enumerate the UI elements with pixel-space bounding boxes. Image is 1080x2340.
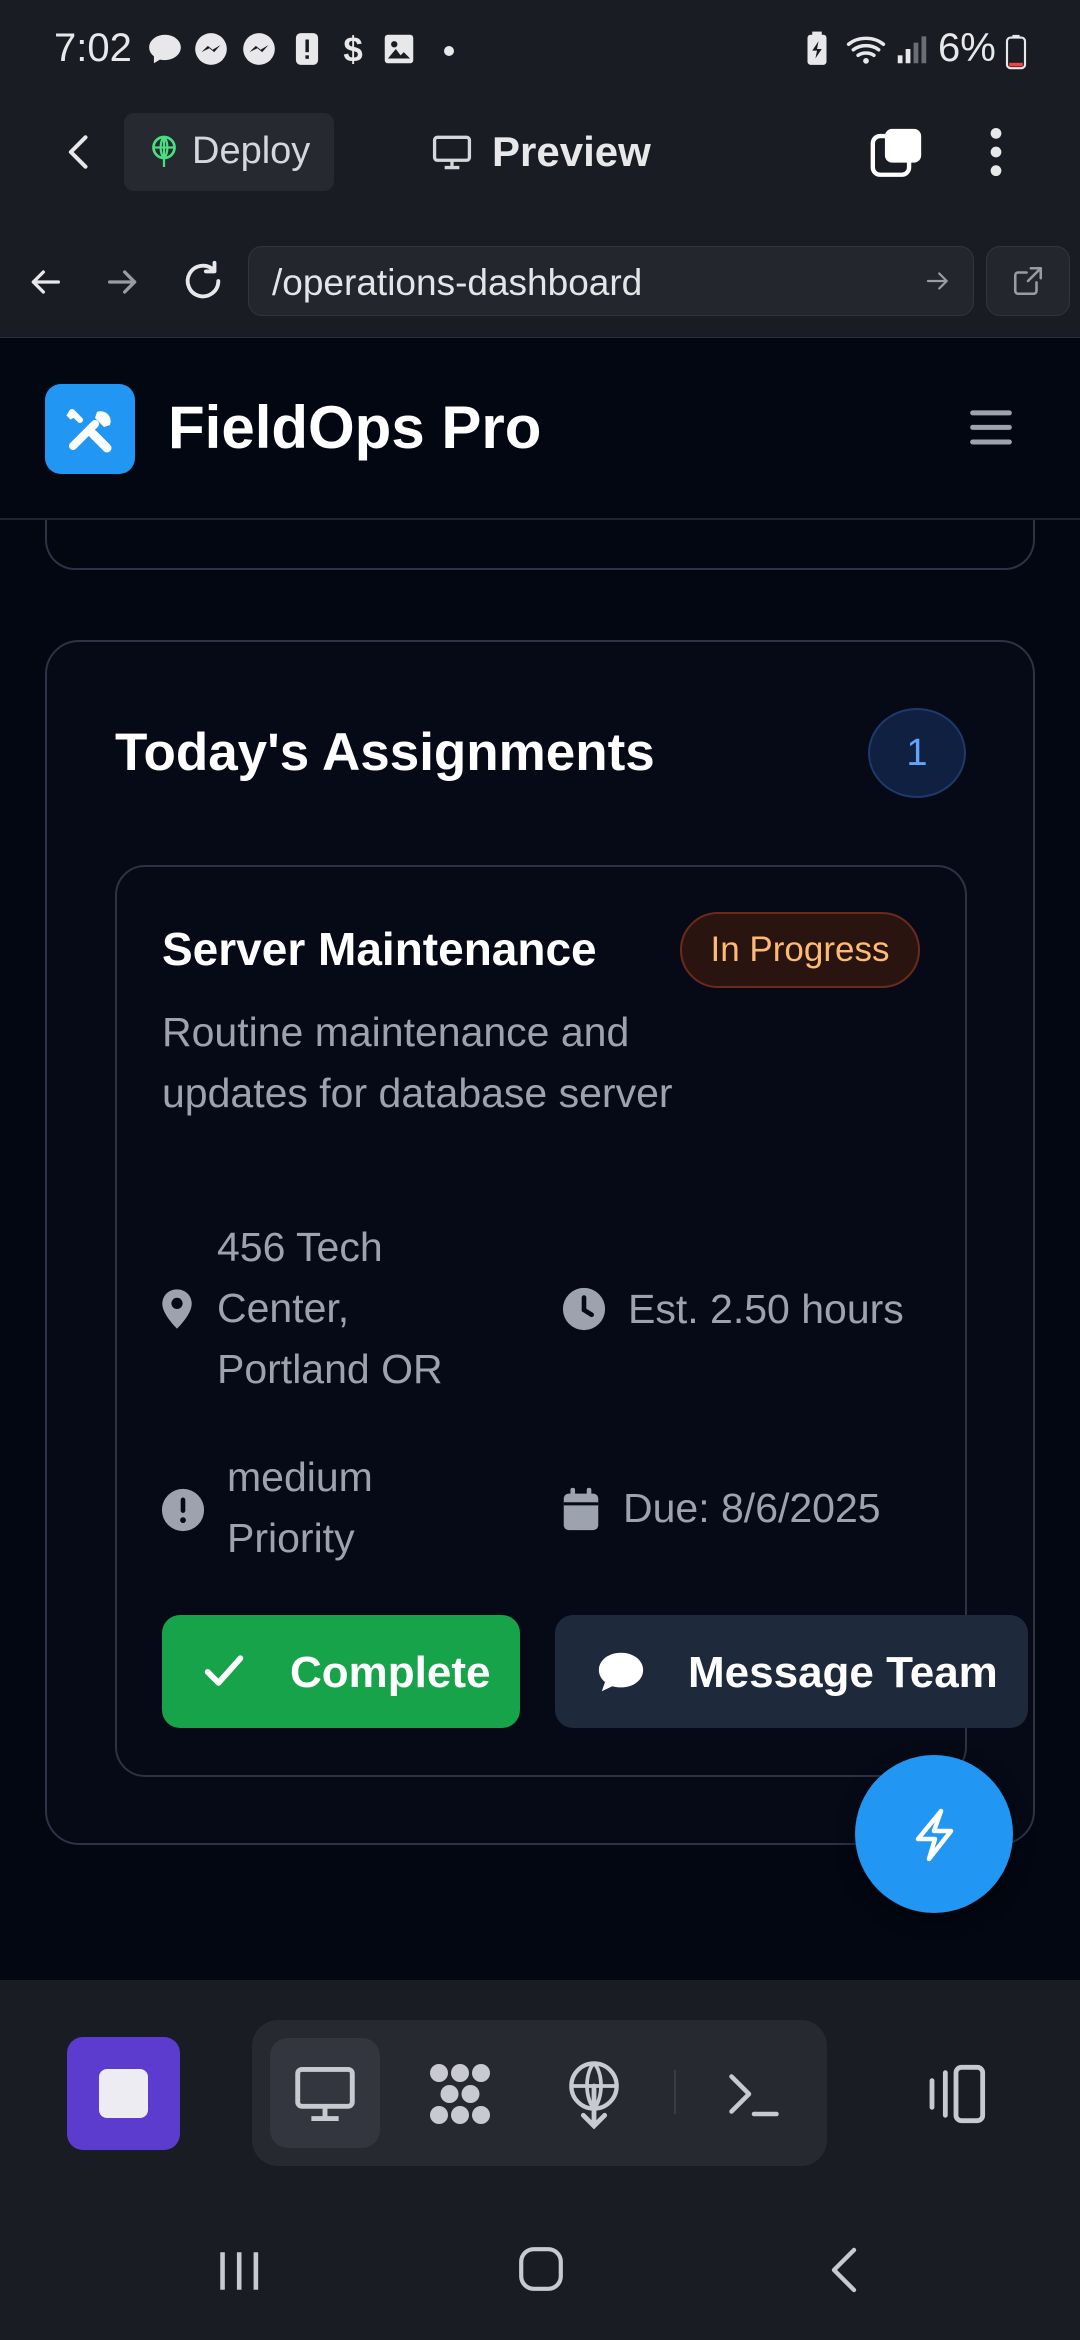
message-team-label: Message Team (688, 1648, 998, 1697)
preview-label[interactable]: Preview (492, 128, 651, 176)
url-text: /operations-dashboard (272, 262, 643, 303)
battery-saver-icon (798, 30, 836, 68)
stop-icon (99, 2069, 148, 2118)
assignments-title: Today's Assignments (115, 723, 655, 782)
tabs-icon[interactable] (868, 124, 926, 182)
hamburger-menu-icon[interactable] (966, 404, 1016, 450)
more-options-icon[interactable] (978, 124, 1014, 180)
back-icon[interactable] (58, 128, 102, 176)
messenger-icon (240, 30, 278, 68)
nav-back-icon[interactable] (826, 2246, 862, 2294)
messenger-icon (192, 30, 230, 68)
deploy-icon (146, 132, 182, 172)
clock-icon (561, 1286, 607, 1332)
image-icon (380, 30, 418, 68)
lightning-icon (915, 1808, 954, 1862)
status-time: 7:02 (54, 26, 132, 70)
go-arrow-icon[interactable] (922, 266, 954, 296)
home-icon[interactable] (516, 2244, 566, 2294)
location-pin-icon (160, 1288, 194, 1330)
dollar-icon: $ (334, 30, 372, 68)
monitor-icon (430, 130, 474, 174)
deploy-globe-icon[interactable] (562, 2058, 626, 2130)
chat-bubble-icon (146, 30, 184, 68)
checkmark-icon (202, 1651, 246, 1691)
app-title: FieldOps Pro (168, 394, 542, 461)
battery-percent: 6% (938, 26, 996, 70)
device-layout-icon[interactable] (920, 2062, 992, 2126)
app-logo (45, 384, 135, 474)
quick-action-button[interactable] (855, 1755, 1013, 1913)
signal-icon (893, 30, 931, 68)
wifi-icon (845, 30, 886, 68)
dot-icon (444, 46, 454, 56)
preview-monitor-icon (292, 2064, 358, 2124)
workspace-grid-icon[interactable] (424, 2058, 496, 2130)
alert-icon (288, 30, 326, 68)
browser-forward-icon[interactable] (102, 262, 144, 302)
task-estimate: Est. 2.50 hours (628, 1286, 904, 1332)
deploy-label: Deploy (192, 130, 311, 172)
reload-icon[interactable] (180, 258, 226, 304)
browser-back-icon[interactable] (24, 262, 66, 302)
calendar-icon (561, 1486, 601, 1532)
terminal-icon[interactable] (724, 2066, 784, 2122)
toolbar-divider (674, 2070, 676, 2114)
complete-label: Complete (290, 1648, 491, 1697)
task-title: Server Maintenance (162, 923, 597, 975)
recent-apps-icon[interactable] (214, 2248, 264, 2294)
task-due-date: Due: 8/6/2025 (623, 1485, 881, 1531)
message-bubble-icon (596, 1650, 646, 1694)
task-priority: medium Priority (227, 1454, 373, 1561)
status-badge: In Progress (680, 912, 920, 988)
task-description: Routine maintenance and updates for data… (162, 1009, 673, 1116)
external-link-icon (1011, 264, 1045, 298)
svg-text:$: $ (343, 31, 362, 68)
tools-icon (66, 409, 112, 453)
task-location: 456 Tech Center, Portland OR (217, 1224, 443, 1392)
priority-alert-icon (160, 1487, 206, 1533)
assignments-count-badge: 1 (868, 708, 966, 798)
battery-icon (1004, 34, 1042, 72)
